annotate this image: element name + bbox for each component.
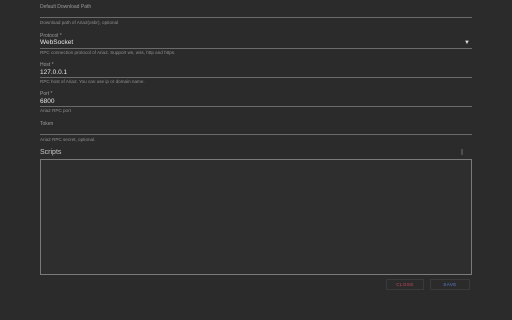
save-button[interactable]: SAVE (430, 279, 470, 290)
more-vert-icon[interactable]: ⁝ (458, 148, 466, 157)
scripts-textarea[interactable] (40, 159, 472, 275)
token-hint: Aria2 RPC secret, optional. (40, 137, 96, 142)
download-path-field[interactable]: Default Download Path Download path of A… (40, 0, 472, 28)
scripts-label: Scripts (40, 149, 62, 156)
port-input[interactable]: 6800 (40, 98, 54, 105)
host-label: Host * (40, 62, 54, 68)
port-hint: Aria2 RPC port (40, 108, 71, 113)
token-underline (40, 134, 472, 135)
host-underline (40, 77, 472, 78)
port-field[interactable]: Port * 6800 Aria2 RPC port (40, 88, 472, 116)
protocol-underline (40, 48, 472, 49)
token-label: Token (40, 121, 54, 127)
download-path-hint: Download path of Aria2(osbr), optional (40, 20, 119, 25)
dropdown-arrow-icon[interactable]: ▼ (464, 40, 470, 46)
host-hint: RPC host of Aria2. You can use ip or dom… (40, 79, 145, 84)
protocol-value[interactable]: WebSocket (40, 39, 73, 46)
host-field[interactable]: Host * 127.0.0.1 RPC host of Aria2. You … (40, 59, 472, 87)
download-path-underline (40, 17, 472, 18)
port-underline (40, 106, 472, 107)
host-input[interactable]: 127.0.0.1 (40, 69, 67, 76)
close-button[interactable]: CLOSE (386, 279, 424, 290)
port-label: Port * (40, 91, 53, 97)
protocol-select[interactable]: Protocol * WebSocket ▼ RPC connection pr… (40, 30, 472, 58)
protocol-hint: RPC connection protocol of Aria2. Suppor… (40, 50, 176, 55)
download-path-label: Default Download Path (40, 4, 92, 10)
token-field[interactable]: Token Aria2 RPC secret, optional. (40, 117, 472, 145)
